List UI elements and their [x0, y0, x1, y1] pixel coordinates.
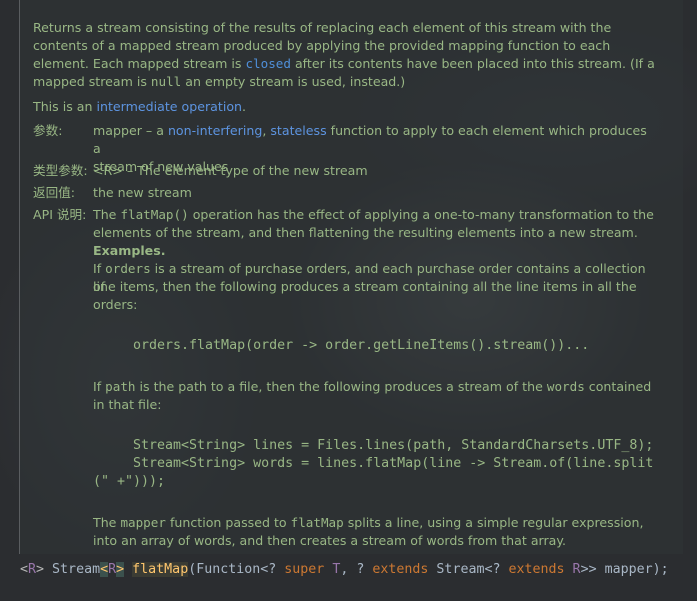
param-name: mapper — [93, 123, 142, 138]
path-code: path — [105, 379, 136, 394]
type-params-value: <R> – The element type of the new stream — [93, 163, 368, 178]
api-text: function passed to — [165, 515, 291, 530]
sig-token: >> mapper); — [580, 562, 669, 577]
example-1-line-3: orders: — [93, 297, 138, 312]
description-line-2: contents of a mapped stream produced by … — [33, 37, 667, 55]
sig-keyword: super — [284, 562, 325, 577]
api-text: operation has the effect of applying a o… — [188, 207, 654, 222]
words-code: words — [546, 379, 585, 394]
description-text: after its contents have been placed into… — [290, 56, 655, 71]
code-example-2-line-1: Stream<String> lines = Files.lines(path,… — [133, 438, 654, 453]
code-example-2-line-2: Stream<String> words = lines.flatMap(lin… — [133, 456, 654, 471]
mapper-line-2: into an array of words, and then creates… — [93, 533, 567, 548]
description-text: element. Each mapped stream is — [33, 56, 246, 71]
intermediate-operation-link[interactable]: intermediate operation — [97, 99, 243, 114]
intermediate-prefix: This is an — [33, 99, 97, 114]
sig-token: > — [116, 562, 125, 577]
sig-keyword: extends — [508, 562, 565, 577]
sig-token: R — [108, 562, 117, 577]
type-params-label: 类型参数: — [33, 163, 88, 178]
code-example-1: orders.flatMap(order -> order.getLineIte… — [133, 338, 590, 353]
description-line-4: mapped stream is null an empty stream is… — [33, 73, 667, 91]
params-label: 参数: — [33, 123, 63, 138]
stateless-link[interactable]: stateless — [270, 123, 326, 138]
intermediate-line: This is an intermediate operation. — [33, 98, 667, 116]
description-text: an empty stream is used, instead.) — [181, 74, 406, 89]
param-dash: – a — [141, 123, 168, 138]
returns-value: the new stream — [93, 185, 192, 200]
api-note-line-2: elements of the stream, and then flatten… — [93, 225, 638, 240]
example-2-line-1: If path is the path to a file, then the … — [93, 378, 658, 396]
flatmap-code: flatMap() — [120, 207, 189, 222]
mapper-line-1: The mapper function passed to flatMap sp… — [93, 514, 658, 532]
returns-label: 返回值: — [33, 185, 76, 200]
sig-token: < — [100, 562, 109, 577]
api-text: splits a line, using a simple regular ex… — [343, 515, 644, 530]
example-1-line-2: line items, then the following produces … — [93, 279, 637, 294]
sig-token: R — [572, 562, 581, 577]
description-text: Returns a stream consisting of the resul… — [33, 20, 612, 35]
description-line-3: element. Each mapped stream is closed af… — [33, 55, 667, 73]
api-text: If — [93, 379, 106, 394]
api-text: contained — [584, 379, 652, 394]
sig-token — [124, 562, 132, 577]
null-code: null — [150, 74, 182, 89]
example-2-line-2: in that file: — [93, 397, 162, 412]
api-text: The — [93, 207, 121, 222]
api-note-line-1: The flatMap() operation has the effect o… — [93, 206, 658, 224]
non-interfering-link[interactable]: non-interfering — [168, 123, 262, 138]
sig-token: Stream<? — [428, 562, 509, 577]
examples-heading: Examples. — [93, 243, 166, 258]
api-text: If — [93, 261, 106, 276]
description-line-1: Returns a stream consisting of the resul… — [33, 19, 667, 37]
intermediate-suffix: . — [242, 99, 247, 114]
api-text: The — [93, 515, 121, 530]
sig-token: R — [28, 562, 37, 577]
closed-code-link[interactable]: closed — [245, 56, 291, 71]
sig-token: Stream — [52, 562, 101, 577]
code-example-2-line-3: (" +"))); — [93, 474, 166, 489]
description-text: mapped stream is — [33, 74, 151, 89]
api-text: is the path to a file, then the followin… — [135, 379, 547, 394]
orders-code: orders — [105, 261, 151, 276]
sig-token: < — [20, 562, 29, 577]
method-signature[interactable]: <R> Stream<R> flatMap(Function<? super T… — [20, 560, 669, 580]
sig-token: (Function<? — [188, 562, 285, 577]
sig-token — [565, 562, 573, 577]
sig-method-name: flatMap — [132, 562, 189, 577]
description-text: contents of a mapped stream produced by … — [33, 38, 611, 53]
sig-token: , ? — [340, 562, 373, 577]
api-note-label: API 说明: — [33, 207, 87, 222]
sig-token: > — [36, 562, 53, 577]
mapper-code: mapper — [120, 515, 166, 530]
flatmap-code-2: flatMap — [290, 515, 344, 530]
sig-keyword: extends — [372, 562, 429, 577]
